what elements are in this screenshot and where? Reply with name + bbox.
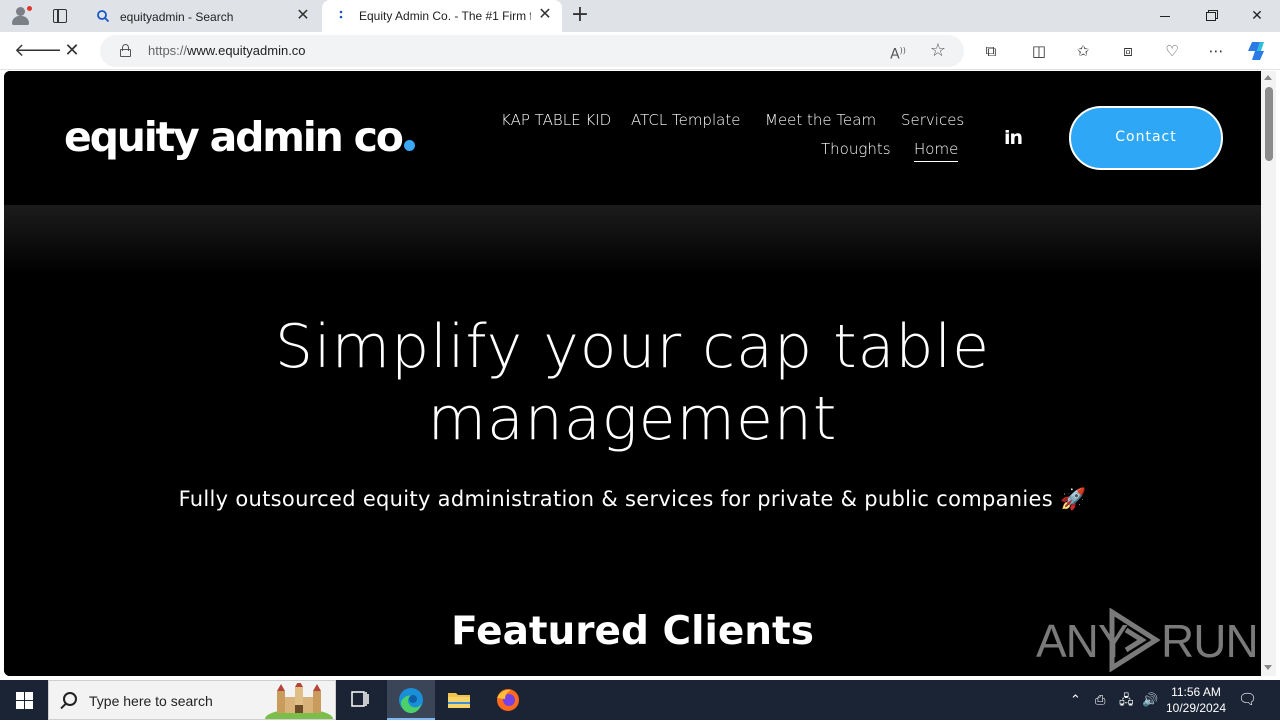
nav-home[interactable]: Home <box>914 140 959 162</box>
linkedin-icon[interactable]: in <box>1004 127 1023 149</box>
nav-kap-table-kid[interactable]: KAP TABLE KID <box>501 111 611 129</box>
taskbar-clock[interactable]: 11:56 AM 10/29/2024 <box>1160 684 1232 716</box>
favorites-icon[interactable]: ✩ <box>1072 40 1094 62</box>
browser-toolbar: 🡐 ✕ https://www.equityadmin.co A)) ☆ ⧉ ◫… <box>0 32 1280 70</box>
tab-title: Equity Admin Co. - The #1 Firm f <box>359 9 531 23</box>
site-logo[interactable]: equity admin co <box>64 113 415 161</box>
edge-taskbar-icon[interactable] <box>387 680 435 720</box>
stop-loading-icon[interactable]: ✕ <box>58 37 86 65</box>
logo-dot <box>403 140 415 151</box>
scroll-up-icon[interactable] <box>1264 75 1272 80</box>
loading-icon <box>339 10 343 19</box>
meet-now-icon[interactable]: ⎙ <box>1095 680 1113 720</box>
windows-taskbar: Type here to search ⌃ ⎙ 🖧 🔊 11:56 AM 10/… <box>0 680 1280 720</box>
web-page: equity admin co KAP TABLE KID ATCL Templ… <box>4 71 1261 676</box>
address-bar[interactable]: https://www.equityadmin.co A)) ☆ <box>100 35 964 67</box>
file-explorer-icon[interactable] <box>435 680 483 720</box>
back-icon[interactable]: 🡐 <box>14 37 62 65</box>
notifications-icon[interactable]: 🗨 <box>1238 680 1258 720</box>
scroll-down-icon[interactable] <box>1264 665 1272 670</box>
nav-services[interactable]: Services <box>901 111 964 129</box>
site-header: equity admin co KAP TABLE KID ATCL Templ… <box>4 71 1261 205</box>
tab-search[interactable]: equityadmin - Search ✕ <box>84 1 320 32</box>
volume-icon[interactable]: 🔊 <box>1142 680 1160 720</box>
hero-title: Simplify your cap table management <box>274 312 991 454</box>
network-icon[interactable]: 🖧 <box>1119 680 1137 720</box>
nav-thoughts[interactable]: Thoughts <box>821 140 891 158</box>
extensions-icon[interactable]: ⧉ <box>980 40 1002 62</box>
firefox-icon[interactable] <box>484 680 532 720</box>
nav-atcl-template[interactable]: ATCL Template <box>631 111 740 129</box>
more-options-icon[interactable]: ⋯ <box>1205 40 1227 62</box>
tab-actions-icon[interactable] <box>48 5 72 27</box>
windows-start-icon[interactable] <box>0 680 48 720</box>
play-logo-icon <box>1109 608 1161 672</box>
tray-overflow-icon[interactable]: ⌃ <box>1070 680 1088 720</box>
page-scrollbar[interactable] <box>1261 71 1276 676</box>
browser-tab-strip: equityadmin - Search ✕ Equity Admin Co. … <box>0 0 1280 32</box>
restore-icon[interactable] <box>1188 0 1234 32</box>
task-view-icon[interactable] <box>336 680 384 720</box>
lock-icon[interactable] <box>120 44 131 57</box>
new-tab-icon[interactable]: + <box>568 4 592 28</box>
tab-title: equityadmin - Search <box>120 10 234 24</box>
url-text[interactable]: https://www.equityadmin.co <box>148 43 306 58</box>
favorite-star-icon[interactable]: ☆ <box>928 41 948 61</box>
taskbar-search-input[interactable]: Type here to search <box>48 680 336 720</box>
profile-icon[interactable] <box>8 4 34 28</box>
split-screen-icon[interactable]: ◫ <box>1028 40 1050 62</box>
collections-icon[interactable]: ⧈ <box>1117 40 1139 62</box>
hero-subtitle: Fully outsourced equity administration &… <box>178 487 1087 511</box>
anyrun-watermark: ANY RUN <box>1036 608 1259 672</box>
browser-essentials-icon[interactable]: ♡ <box>1161 40 1183 62</box>
close-icon[interactable]: ✕ <box>536 6 554 24</box>
read-aloud-icon[interactable]: A)) <box>888 41 908 63</box>
window-close-icon[interactable]: ✕ <box>1234 0 1280 32</box>
nav-meet-the-team[interactable]: Meet the Team <box>765 111 876 129</box>
tab-equity-admin[interactable]: Equity Admin Co. - The #1 Firm f ✕ <box>322 0 562 32</box>
search-icon <box>63 692 77 706</box>
search-icon <box>97 10 110 23</box>
scrollbar-thumb[interactable] <box>1265 87 1273 161</box>
copilot-icon[interactable] <box>1246 39 1270 63</box>
contact-button[interactable]: Contact <box>1069 106 1223 170</box>
hero-section: Simplify your cap table management Fully… <box>4 205 1261 676</box>
castle-illustration-icon <box>265 683 333 719</box>
minimize-icon[interactable] <box>1142 0 1188 32</box>
close-icon[interactable]: ✕ <box>294 7 312 25</box>
